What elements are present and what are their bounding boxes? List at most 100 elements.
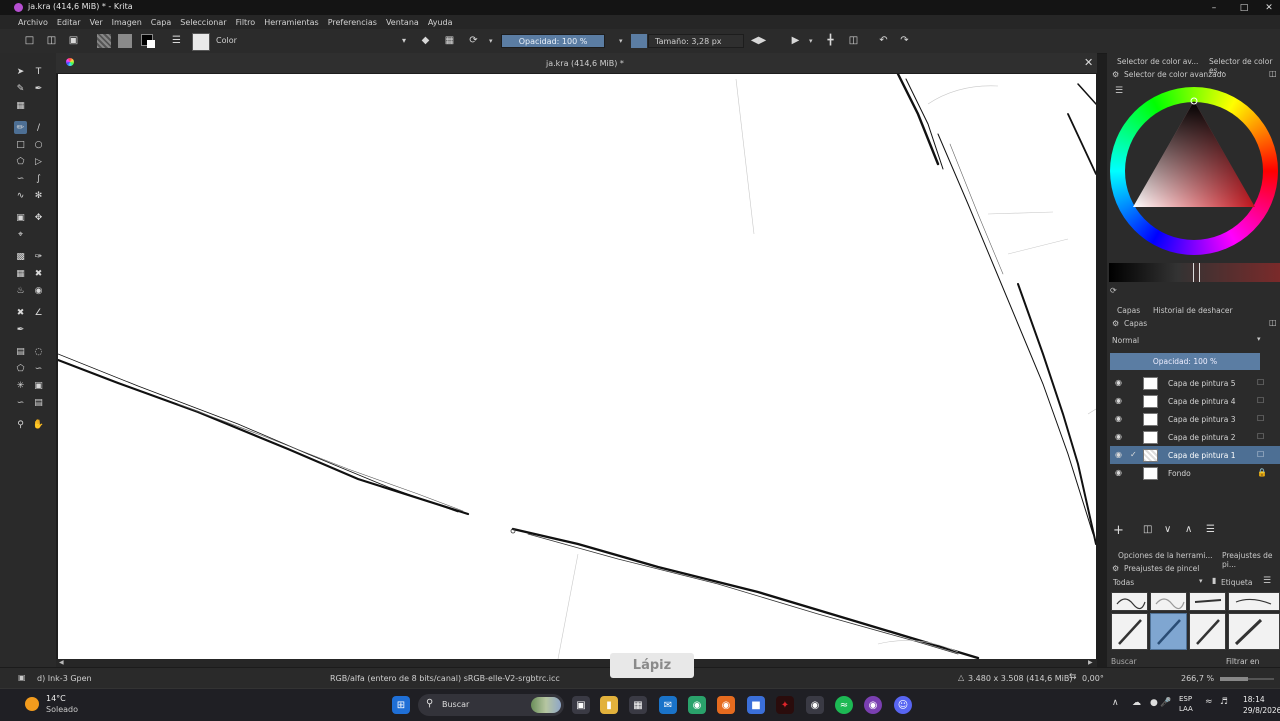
chevron-down-icon[interactable]: ▾ — [489, 37, 493, 45]
outlook-icon[interactable]: ✉ — [659, 696, 677, 714]
chevron-down-icon[interactable]: ▾ — [619, 37, 623, 45]
discord-icon[interactable]: ☺ — [894, 696, 912, 714]
clock-date[interactable]: 29/8/2026 — [1243, 706, 1280, 715]
lock-icon[interactable]: ☐ — [1257, 450, 1264, 459]
pattern-swatch[interactable] — [97, 34, 111, 48]
eye-icon[interactable]: ◉ — [1115, 450, 1124, 459]
rectangle-tool-icon[interactable]: □ — [14, 138, 27, 151]
undo-icon[interactable]: ↶ — [876, 33, 891, 48]
task-view-icon[interactable]: ▣ — [572, 696, 590, 714]
refresh-icon[interactable]: ⟳ — [1110, 286, 1117, 295]
minimize-icon[interactable]: – — [1197, 0, 1231, 15]
duplicate-layer-icon[interactable]: ◫ — [1143, 524, 1152, 535]
app-blue-icon[interactable]: ■ — [747, 696, 765, 714]
transform-tool-icon[interactable]: ▣ — [14, 211, 27, 224]
menu-ver[interactable]: Ver — [90, 18, 103, 27]
tab-capas[interactable]: Capas — [1117, 306, 1140, 315]
brush-settings-icon[interactable]: ☰ — [169, 33, 184, 48]
canvas-tab-title[interactable]: ja.kra (414,6 MiB) * — [546, 59, 624, 68]
colorize-mask-icon[interactable]: ▦ — [14, 267, 27, 280]
magnetic-select-icon[interactable]: ▤ — [32, 396, 45, 409]
layer-opacity-slider[interactable]: Opacidad: 100 % — [1110, 353, 1260, 370]
gradient-edit-icon[interactable]: ▦ — [14, 99, 27, 112]
move-tool-icon[interactable]: ✥ — [32, 211, 45, 224]
presets-filter-select[interactable]: Todas — [1113, 578, 1134, 587]
select-shapes-icon[interactable]: ➤ — [14, 65, 27, 78]
bezier-tool-icon[interactable]: ∽ — [14, 172, 27, 185]
pan-tool-icon[interactable]: ✋ — [32, 418, 45, 431]
mirror-horizontal-icon[interactable]: ◀▶ — [751, 33, 766, 48]
polygon-select-icon[interactable]: ⬠ — [14, 362, 27, 375]
menu-editar[interactable]: Editar — [57, 18, 81, 27]
wifi-icon[interactable]: ≈ — [1205, 697, 1213, 707]
size-slider[interactable]: Tamaño: 3,28 px — [648, 34, 744, 48]
presets-search-input[interactable]: Buscar — [1111, 657, 1137, 666]
freehand-select-icon[interactable]: ∽ — [32, 362, 45, 375]
layer-row-fondo[interactable]: ◉ Fondo 🔒 — [1110, 464, 1280, 482]
open-folder-icon[interactable]: ◫ — [44, 33, 59, 48]
freehand-path-icon[interactable]: ∫ — [32, 172, 45, 185]
tab-brush-presets[interactable]: Preajustes de pi... — [1222, 551, 1280, 569]
dynamic-brush-icon[interactable]: ∿ — [14, 189, 27, 202]
brush-preset-thumb[interactable] — [192, 33, 210, 51]
clock-time[interactable]: 18:14 — [1243, 695, 1265, 704]
eye-icon[interactable]: ◉ — [1115, 414, 1124, 423]
taskbar-search-box[interactable]: ⚲ Buscar — [418, 694, 564, 716]
eraser-icon[interactable]: ◆ — [418, 33, 433, 48]
lock-icon[interactable]: ☐ — [1257, 396, 1264, 405]
preserve-alpha-icon[interactable]: ▦ — [442, 33, 457, 48]
color-wheel[interactable] — [1110, 87, 1278, 255]
move-down-icon[interactable]: ∨ — [1164, 524, 1171, 535]
background-color-swatch[interactable] — [147, 40, 155, 48]
fill-tool-icon[interactable]: ♨ — [14, 284, 27, 297]
chevron-down-icon[interactable]: ▾ — [809, 37, 813, 45]
eye-icon[interactable]: ◉ — [1115, 378, 1124, 387]
ellipse-select-icon[interactable]: ◌ — [32, 345, 45, 358]
scroll-left-icon[interactable]: ◀ — [59, 659, 64, 666]
layer-row-1[interactable]: ◉ ✓ Capa de pintura 1 ☐ — [1110, 446, 1280, 464]
smart-patch-icon[interactable]: ✖ — [32, 267, 45, 280]
lang-top[interactable]: ESP — [1179, 695, 1192, 703]
menu-imagen[interactable]: Imagen — [112, 18, 142, 27]
rect-select-icon[interactable]: ▤ — [14, 345, 27, 358]
redo-icon[interactable]: ↷ — [897, 33, 912, 48]
gradient-swatch[interactable] — [118, 34, 132, 48]
tab-advanced-color-selector[interactable]: Selector de color av... — [1117, 57, 1198, 66]
gradient-tool-icon[interactable]: ▩ — [14, 250, 27, 263]
multibrush-icon[interactable]: ✻ — [32, 189, 45, 202]
chevron-down-icon[interactable]: ▾ — [1257, 335, 1261, 343]
reload-preset-icon[interactable]: ⟳ — [466, 33, 481, 48]
menu-archivo[interactable]: Archivo — [18, 18, 48, 27]
zoom-tool-icon[interactable]: ⚲ — [14, 418, 27, 431]
text-tool-icon[interactable]: T — [32, 65, 45, 78]
app-red-icon[interactable]: ✦ — [776, 696, 794, 714]
bezier-select-icon[interactable]: ∽ — [14, 396, 27, 409]
lock-icon[interactable]: 🔒 — [1257, 468, 1267, 477]
mirror-vertical-icon[interactable]: ▶ — [788, 33, 803, 48]
firefox-icon[interactable]: ◉ — [717, 696, 735, 714]
tag-label[interactable]: Etiqueta — [1221, 578, 1252, 587]
new-document-icon[interactable]: □ — [22, 33, 37, 48]
lock-icon[interactable]: ☐ — [1257, 432, 1264, 441]
edit-shapes-icon[interactable]: ✎ — [14, 82, 27, 95]
eye-icon[interactable]: ◉ — [1115, 432, 1124, 441]
wrap-around-icon[interactable]: ╋ — [823, 33, 838, 48]
menu-ventana[interactable]: Ventana — [386, 18, 419, 27]
eye-icon[interactable]: ◉ — [1115, 396, 1124, 405]
float-panel-icon[interactable]: ◫ — [1269, 318, 1277, 327]
calligraphy-icon[interactable]: ✒ — [32, 82, 45, 95]
weather-icon[interactable] — [25, 697, 39, 711]
layer-row-3[interactable]: ◉ Capa de pintura 3 ☐ — [1110, 410, 1280, 428]
view-mode-icon[interactable]: ☰ — [1263, 576, 1271, 586]
edge-icon[interactable]: ◉ — [688, 696, 706, 714]
lock-icon[interactable]: ☐ — [1257, 414, 1264, 423]
enclose-fill-icon[interactable]: ◉ — [32, 284, 45, 297]
scroll-right-icon[interactable]: ▶ — [1088, 659, 1093, 666]
store-icon[interactable]: ▦ — [629, 696, 647, 714]
windows-start-icon[interactable]: ⊞ — [392, 696, 410, 714]
similar-select-icon[interactable]: ▣ — [32, 379, 45, 392]
chevron-down-icon[interactable]: ▾ — [1199, 577, 1203, 585]
move-up-icon[interactable]: ∧ — [1185, 524, 1192, 535]
color-picker-icon[interactable]: ✑ — [32, 250, 45, 263]
line-tool-icon[interactable]: ∕ — [32, 121, 45, 134]
